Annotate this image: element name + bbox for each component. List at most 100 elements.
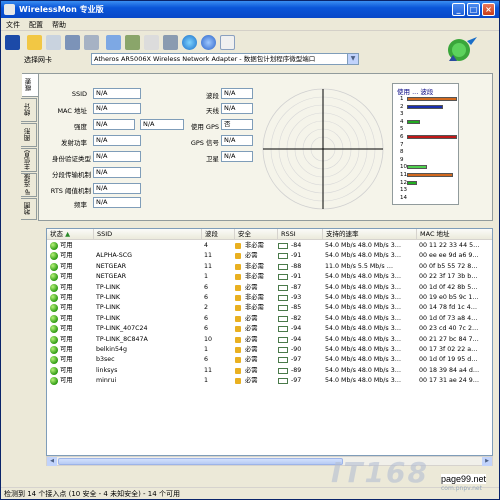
signal-icon bbox=[278, 295, 288, 301]
watermark-domain: page99.net bbox=[441, 474, 487, 484]
channel-usage-bar bbox=[407, 97, 457, 101]
tab-graph[interactable]: 图形 bbox=[21, 123, 37, 147]
tab-map[interactable]: 地图 bbox=[21, 198, 37, 220]
col-security[interactable]: 安全 bbox=[235, 229, 278, 240]
tab-ip-connection[interactable]: IP 连接 bbox=[21, 173, 37, 197]
table-row[interactable]: 可用 linksys 11 必需 -89 54.0 Mb/s 48.0 Mb/s 3… 00… bbox=[47, 366, 492, 376]
chevron-down-icon[interactable]: ▼ bbox=[347, 54, 358, 64]
strength-field: N/A bbox=[93, 119, 135, 130]
table-row[interactable]: 可用 TP-LINK 6 必需 -87 54.0 Mb/s 48.0 Mb/s 3… 00 … bbox=[47, 283, 492, 293]
maximize-button[interactable]: □ bbox=[467, 3, 480, 16]
rssi-cell: -89 bbox=[291, 366, 302, 374]
col-ssid[interactable]: SSID bbox=[94, 229, 202, 240]
status-cell: 可用 bbox=[60, 346, 73, 353]
tab-main-info[interactable]: 主信息 bbox=[21, 148, 37, 172]
table-row[interactable]: 可用 TP-LINK_407C24 6 必需 -94 54.0 Mb/s 48.0 Mb/… bbox=[47, 324, 492, 334]
close-button[interactable]: × bbox=[482, 3, 495, 16]
check-icon[interactable] bbox=[144, 35, 159, 50]
status-ok-icon bbox=[50, 273, 58, 282]
status-ok-icon bbox=[50, 346, 58, 354]
list-icon[interactable] bbox=[46, 35, 61, 50]
security-cell: 必需 bbox=[245, 335, 258, 343]
table-row[interactable]: 可用 4 非必需 -84 54.0 Mb/s 48.0 Mb/s 3… 00 11 22 … bbox=[47, 241, 492, 251]
status-ok-icon bbox=[50, 356, 58, 365]
tools-icon[interactable] bbox=[163, 35, 178, 50]
open-folder-icon[interactable] bbox=[27, 35, 42, 50]
signal-icon bbox=[278, 326, 288, 333]
signal-icon bbox=[278, 315, 288, 322]
ssid-cell: TP-LINK bbox=[96, 283, 120, 291]
mac-cell: 00 22 3f 17 3b b… bbox=[419, 273, 478, 281]
col-band[interactable]: 波段 bbox=[202, 229, 235, 240]
lock-icon bbox=[235, 263, 241, 270]
security-cell: 必需 bbox=[245, 346, 258, 353]
rates-cell: 54.0 Mb/s 48.0 Mb/s 3… bbox=[325, 252, 402, 260]
col-rates[interactable]: 支持的速率 bbox=[323, 229, 417, 240]
rates-cell: 54.0 Mb/s 48.0 Mb/s 3… bbox=[325, 335, 402, 343]
minimize-button[interactable]: _ bbox=[452, 3, 465, 16]
channel-number: 6 bbox=[400, 134, 404, 140]
table-row[interactable]: 可用 TP-LINK 6 非必需 -93 54.0 Mb/s 48.0 Mb/s 3… 00… bbox=[47, 293, 492, 303]
signal-icon bbox=[278, 357, 288, 364]
security-cell: 必需 bbox=[245, 366, 258, 374]
lock-icon bbox=[235, 378, 241, 385]
print-icon[interactable] bbox=[125, 35, 140, 50]
table-row[interactable]: 可用 TP-LINK_8C847A 10 必需 -94 54.0 Mb/s 48.0 Mb… bbox=[47, 335, 492, 345]
table-row[interactable]: 可用 NETGEAR 1 非必需 -91 54.0 Mb/s 48.0 Mb/s 3… 00… bbox=[47, 272, 492, 282]
status-ok-icon bbox=[50, 304, 58, 313]
col-rssi[interactable]: RSSI bbox=[278, 229, 323, 240]
scroll-left-icon[interactable]: ◀ bbox=[47, 457, 57, 466]
table-row[interactable]: 可用 TP-LINK 6 必需 -82 54.0 Mb/s 48.0 Mb/s 3… 00 … bbox=[47, 314, 492, 324]
ssid-cell: minrui bbox=[96, 377, 117, 385]
lock-icon bbox=[235, 295, 241, 301]
disconnect-icon[interactable] bbox=[84, 35, 99, 50]
status-cell: 可用 bbox=[60, 294, 73, 301]
ssid-cell: TP-LINK bbox=[96, 294, 120, 301]
menu-help[interactable]: 帮助 bbox=[52, 20, 66, 30]
lock-icon bbox=[235, 326, 241, 333]
network-icon[interactable] bbox=[65, 35, 80, 50]
table-row[interactable]: 可用 NETGEAR 11 非必需 -88 11.0 Mb/s 5.5 Mb/s … 00 … bbox=[47, 262, 492, 272]
mac-cell: 00 23 cd 40 7c 2… bbox=[419, 325, 479, 333]
band-cell: 6 bbox=[204, 325, 209, 333]
mail-icon[interactable] bbox=[220, 35, 235, 50]
ap-list[interactable]: 状态 ▲ SSID 波段 安全 RSSI 支持的速率 MAC 地址 可用 4 非必需… bbox=[46, 228, 493, 456]
rssi-cell: -82 bbox=[291, 314, 302, 322]
usage-legend: 使用 ... 波段 bbox=[397, 88, 434, 96]
col-status[interactable]: 状态 ▲ bbox=[47, 229, 94, 240]
channel-number: 9 bbox=[400, 156, 404, 163]
band-cell: 6 bbox=[204, 356, 209, 364]
status-ok-icon bbox=[50, 335, 58, 344]
adapter-select[interactable]: Atheros AR5006X Wireless Network Adapter… bbox=[91, 53, 359, 65]
rssi-cell: -97 bbox=[291, 356, 302, 364]
tab-stats[interactable]: 统计 bbox=[21, 98, 37, 122]
table-row[interactable]: 可用 minrui 1 必需 -97 54.0 Mb/s 48.0 Mb/s 3… 00 1… bbox=[47, 376, 492, 386]
strength-label: 强度 bbox=[74, 123, 87, 131]
status-cell: 可用 bbox=[60, 252, 73, 260]
rssi-cell: -91 bbox=[291, 273, 302, 281]
lock-icon bbox=[235, 274, 241, 281]
scroll-thumb[interactable] bbox=[58, 458, 343, 465]
wand-icon[interactable] bbox=[106, 35, 121, 50]
menu-file[interactable]: 文件 bbox=[6, 20, 20, 30]
scroll-right-icon[interactable]: ▶ bbox=[482, 457, 492, 466]
globe-icon[interactable] bbox=[182, 35, 197, 50]
security-cell: 必需 bbox=[245, 314, 258, 322]
title-bar[interactable]: WirelessMon 专业版 _ □ × bbox=[1, 1, 499, 18]
status-cell: 可用 bbox=[60, 242, 73, 249]
status-cell: 可用 bbox=[60, 314, 73, 322]
table-row[interactable]: 可用 belkin54g 1 必需 -90 54.0 Mb/s 48.0 Mb/s 3… 0… bbox=[47, 345, 492, 355]
band-cell: 6 bbox=[204, 283, 209, 291]
channel-usage-bar bbox=[407, 180, 417, 185]
save-icon[interactable] bbox=[5, 35, 20, 50]
table-row[interactable]: 可用 b3sec 6 必需 -97 54.0 Mb/s 48.0 Mb/s 3… 00 1d… bbox=[47, 355, 492, 365]
antenna-field: N/A bbox=[221, 103, 253, 114]
info-icon[interactable] bbox=[201, 35, 216, 50]
table-row[interactable]: 可用 ALPHA-SCG 11 必需 -91 54.0 Mb/s 48.0 Mb/s 3…… bbox=[47, 251, 492, 261]
col-mac[interactable]: MAC 地址 bbox=[417, 229, 492, 240]
status-ok-icon bbox=[50, 366, 58, 375]
table-row[interactable]: 可用 TP-LINK 2 非必需 -85 54.0 Mb/s 48.0 Mb/s 3… 00… bbox=[47, 303, 492, 313]
tab-summary[interactable]: 概要 bbox=[22, 73, 39, 97]
menu-config[interactable]: 配置 bbox=[29, 20, 43, 30]
auth-type-label: 身份验证类型 bbox=[52, 155, 91, 163]
